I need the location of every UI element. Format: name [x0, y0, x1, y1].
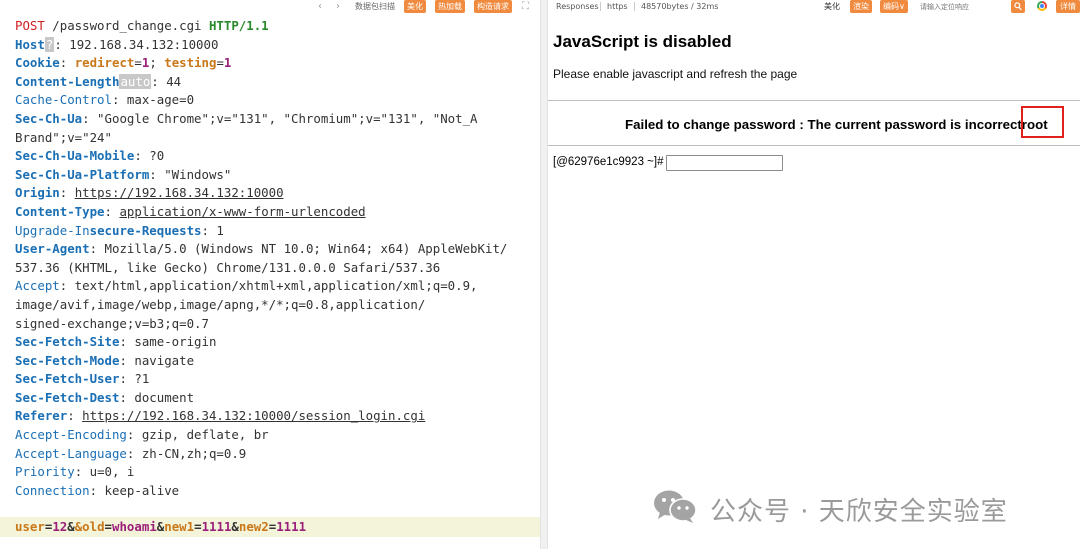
beautify-button[interactable]: 美化 [404, 0, 426, 13]
header-sec-ch-ua-platform: Sec-Ch-Ua-Platform: "Windows" [15, 166, 232, 182]
failure-message: Failed to change password : The current … [625, 117, 1048, 132]
watermark-text: 公众号 · 天欣安全实验室 [710, 497, 1008, 527]
horizontal-rule [548, 100, 1080, 101]
request-line: POST /password_change.cgi HTTP/1.1 [15, 18, 269, 33]
response-search-input[interactable] [920, 0, 1010, 13]
header-user-agent: User-Agent: Mozilla/5.0 (Windows NT 10.0… [15, 241, 508, 257]
header-cache-control: Cache-Control: max-age=0 [15, 92, 195, 108]
header-sec-fetch-user: Sec-Fetch-User: ?1 [15, 371, 150, 387]
header-sec-fetch-site: Sec-Fetch-Site: same-origin [15, 334, 217, 350]
header-accept-encoding: Accept-Encoding: gzip, deflate, br [15, 427, 269, 443]
chrome-icon[interactable] [1037, 1, 1047, 11]
header-sec-ch-ua: Sec-Ch-Ua: "Google Chrome";v="131", "Chr… [15, 110, 478, 126]
packet-scan-label[interactable]: 数据包扫描 [355, 1, 395, 12]
js-disabled-title: JavaScript is disabled [553, 32, 732, 51]
request-body[interactable]: user=12&&old=whoami&new1=1111&new2=1111 [15, 518, 306, 537]
host-badge: ? [44, 36, 55, 52]
header-connection: Connection: keep-alive [15, 482, 180, 498]
shell-prompt: [@62976e1c9923 ~]# [553, 156, 664, 168]
header-priority: Priority: u=0, i [15, 464, 135, 480]
back-arrow-icon[interactable]: ‹ [318, 0, 322, 13]
response-toolbar: Responses https 48570bytes / 32ms 美化 渲染 … [548, 0, 1080, 14]
response-pane: Responses https 48570bytes / 32ms 美化 渲染 … [548, 0, 1080, 549]
header-accept: Accept: text/html,application/xhtml+xml,… [15, 278, 478, 294]
details-button[interactable]: 详情 [1056, 0, 1080, 13]
expand-icon[interactable]: ⛶ [522, 0, 529, 13]
search-icon [1014, 2, 1022, 11]
toolbar-separator [600, 2, 601, 11]
header-origin: Origin: https://192.168.34.132:10000 [15, 185, 284, 201]
header-host: Host?: 192.168.34.132:10000 [15, 36, 219, 52]
size-time-label: 48570bytes / 32ms [641, 2, 719, 11]
render-button[interactable]: 渲染 [850, 0, 872, 13]
command-input[interactable] [666, 155, 783, 171]
header-cookie: Cookie: redirect=1; testing=1 [15, 55, 232, 71]
search-button[interactable] [1011, 0, 1025, 13]
forward-arrow-icon[interactable]: › [336, 0, 340, 13]
header-referer: Referer: https://192.168.34.132:10000/se… [15, 408, 426, 424]
beautify-button[interactable]: 美化 [824, 0, 840, 13]
request-toolbar: ‹ › 数据包扫描 美化 热加载 构造请求 ⛶ [0, 0, 540, 15]
request-pane: ‹ › 数据包扫描 美化 热加载 构造请求 ⛶ POST /password_c… [0, 0, 540, 549]
header-sec-ch-ua-cont: Brand";v="24" [15, 129, 112, 145]
highlight-box [1021, 106, 1064, 138]
hot-load-button[interactable]: 热加载 [435, 0, 465, 13]
header-accept-cont: signed-exchange;v=b3;q=0.7 [15, 315, 209, 331]
protocol-label: https [607, 2, 628, 11]
header-sec-fetch-dest: Sec-Fetch-Dest: document [15, 389, 195, 405]
header-sec-fetch-mode: Sec-Fetch-Mode: navigate [15, 352, 195, 368]
horizontal-rule [548, 145, 1080, 146]
responses-tab[interactable]: Responses [556, 1, 599, 12]
chevron-down-icon: ∨ [899, 2, 905, 11]
wechat-icon [654, 490, 697, 523]
header-content-length: Content-Lengthauto: 44 [15, 73, 182, 89]
header-upgrade-insecure: Upgrade-Insecure-Requests: 1 [15, 222, 224, 238]
encoding-dropdown[interactable]: 编码∨ [880, 0, 908, 13]
header-accept-cont: image/avif,image/webp,image/apng,*/*;q=0… [15, 296, 426, 312]
header-sec-ch-ua-mobile: Sec-Ch-Ua-Mobile: ?0 [15, 148, 165, 164]
auto-badge: auto [119, 73, 152, 89]
js-disabled-message: Please enable javascript and refresh the… [553, 67, 798, 81]
header-user-agent-cont: 537.36 (KHTML, like Gecko) Chrome/131.0.… [15, 259, 441, 275]
request-editor[interactable]: POST /password_change.cgi HTTP/1.1 Host?… [15, 17, 535, 500]
pane-splitter[interactable] [540, 0, 548, 549]
construct-request-button[interactable]: 构造请求 [474, 0, 512, 13]
toolbar-separator [634, 2, 635, 11]
header-content-type: Content-Type: application/x-www-form-url… [15, 203, 366, 219]
header-accept-language: Accept-Language: zh-CN,zh;q=0.9 [15, 445, 247, 461]
